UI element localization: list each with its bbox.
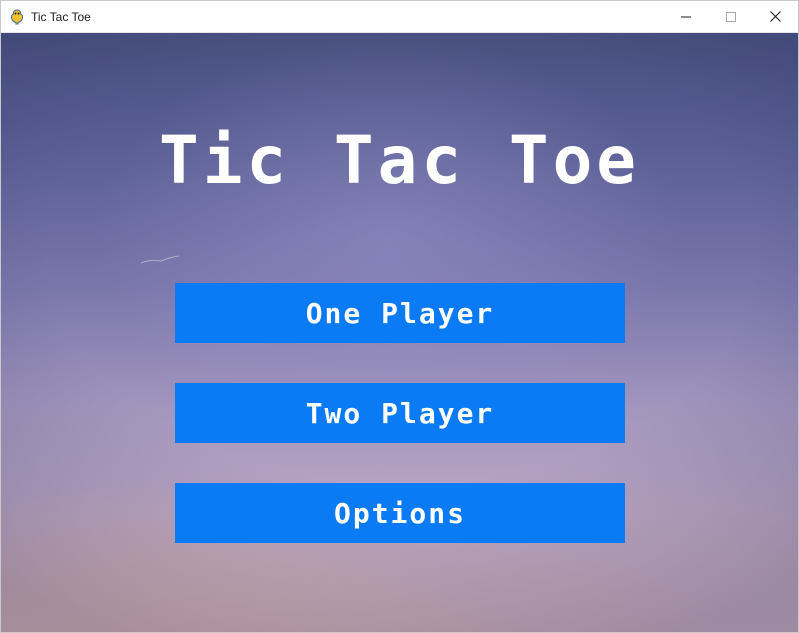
close-icon: [770, 11, 781, 22]
one-player-button[interactable]: One Player: [175, 283, 625, 343]
game-title: Tic Tac Toe: [158, 122, 641, 199]
options-button[interactable]: Options: [175, 483, 625, 543]
window-title: Tic Tac Toe: [31, 10, 91, 24]
close-button[interactable]: [753, 1, 798, 32]
maximize-button[interactable]: [708, 1, 753, 32]
game-canvas[interactable]: Tic Tac Toe One Player Two Player Option…: [1, 33, 798, 632]
bird-silhouette-icon: [141, 255, 180, 264]
two-player-button[interactable]: Two Player: [175, 383, 625, 443]
minimize-button[interactable]: [663, 1, 708, 32]
minimize-icon: [680, 16, 691, 17]
pygame-snake-icon: [10, 9, 24, 25]
maximize-icon: [725, 11, 736, 22]
app-window: Tic Tac Toe Tic Tac Toe One Player Two P…: [0, 0, 799, 633]
title-bar[interactable]: Tic Tac Toe: [1, 1, 798, 33]
